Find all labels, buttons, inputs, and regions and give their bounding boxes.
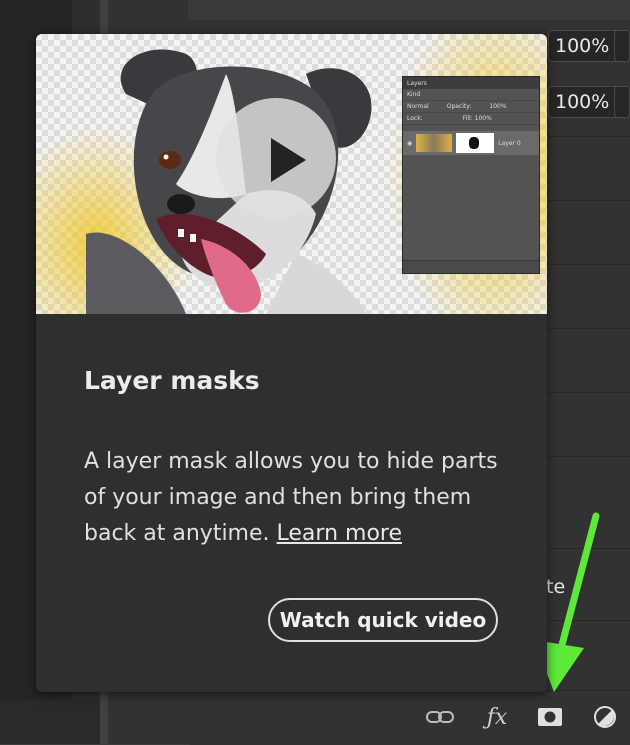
opacity-field[interactable]: 100% — [548, 30, 620, 62]
layer-mask-icon — [538, 708, 562, 726]
fill-dropdown[interactable] — [614, 86, 630, 118]
layer-mask-icon[interactable] — [536, 700, 564, 734]
adjustment-layer-icon[interactable] — [590, 700, 620, 734]
mini-kind-row: Kind — [403, 89, 539, 101]
fill-field[interactable]: 100% — [548, 86, 620, 118]
bottom-left-bg — [0, 700, 100, 744]
mini-mask-thumbnail — [456, 133, 495, 153]
popup-description: A layer mask allows you to hide parts of… — [84, 444, 504, 552]
link-icon — [426, 711, 454, 723]
mini-lock-label: Lock: — [407, 115, 423, 122]
mini-panel-footer — [403, 260, 539, 273]
mini-panel-title: Layers — [403, 77, 539, 89]
layer-row-divider — [548, 392, 630, 393]
layer-row-divider — [548, 136, 630, 137]
layer-row-divider — [548, 456, 630, 457]
mini-layer-row: ◉ Layer 0 — [403, 131, 539, 155]
layer-row-divider — [548, 200, 630, 201]
layer-masks-tooltip: Layers Kind Normal Opacity: 100% Lock: F… — [36, 34, 547, 692]
fx-icon[interactable]: ƒx — [480, 700, 514, 734]
learn-more-link[interactable]: Learn more — [277, 521, 402, 546]
layer-row-divider — [548, 264, 630, 265]
mini-opacity-label: Opacity: — [446, 103, 472, 110]
adjustment-layer-icon — [594, 706, 616, 728]
mini-kind: Kind — [407, 91, 421, 98]
fx-icon-glyph: ƒx — [486, 704, 508, 730]
mini-fill-label: Fill: — [462, 115, 473, 122]
opacity-dropdown[interactable] — [614, 30, 630, 62]
watch-quick-video-button[interactable]: Watch quick video — [268, 598, 498, 642]
mini-eye-icon: ◉ — [407, 139, 413, 147]
panel-top-bar — [188, 0, 630, 20]
layers-panel-preview: Layers Kind Normal Opacity: 100% Lock: F… — [402, 76, 540, 274]
video-thumbnail[interactable]: Layers Kind Normal Opacity: 100% Lock: F… — [36, 34, 547, 314]
play-icon — [271, 138, 306, 182]
link-icon[interactable] — [424, 700, 456, 734]
mini-lock-row: Lock: Fill: 100% — [403, 113, 539, 125]
layer-row-divider — [548, 328, 630, 329]
mini-blend-row: Normal Opacity: 100% — [403, 101, 539, 113]
popup-title: Layer masks — [84, 366, 260, 395]
mini-opacity-value: 100% — [489, 103, 507, 110]
mini-layer-name: Layer 0 — [498, 139, 521, 147]
mini-fill-value: 100% — [474, 115, 492, 122]
mini-blend: Normal — [407, 103, 429, 110]
mini-layer-thumbnail — [416, 134, 453, 152]
